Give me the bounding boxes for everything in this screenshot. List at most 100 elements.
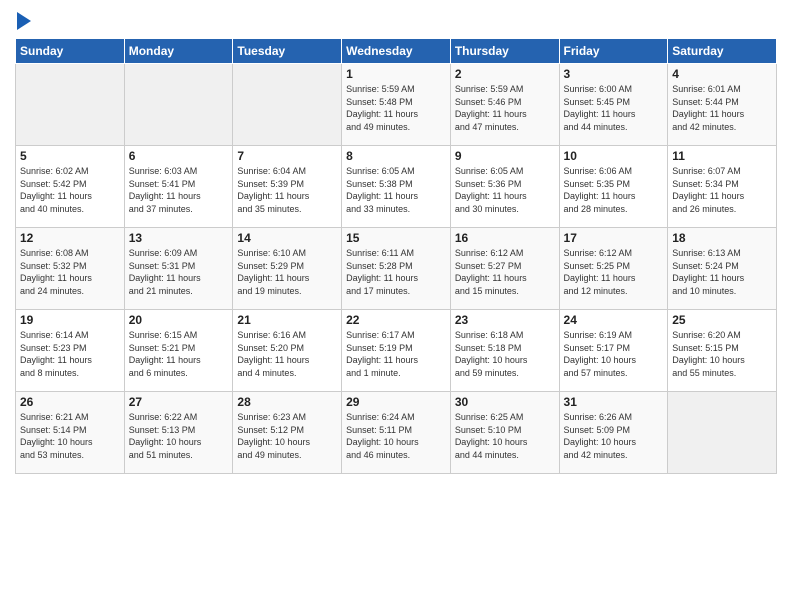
calendar-week-row: 1Sunrise: 5:59 AM Sunset: 5:48 PM Daylig… <box>16 64 777 146</box>
calendar-cell: 16 Sunrise: 6:12 AM Sunset: 5:27 PM Dayli… <box>450 228 559 310</box>
calendar-cell: 31Sunrise: 6:26 AM Sunset: 5:09 PM Dayli… <box>559 392 668 474</box>
calendar-cell: 25 Sunrise: 6:20 AM Sunset: 5:15 PM Dayli… <box>668 310 777 392</box>
day-number: 3 <box>564 67 664 81</box>
calendar-cell: 3 Sunrise: 6:00 AM Sunset: 5:45 PM Daylig… <box>559 64 668 146</box>
day-number: 27 <box>129 395 229 409</box>
calendar-cell: 30 Sunrise: 6:25 AM Sunset: 5:10 PM Dayli… <box>450 392 559 474</box>
day-info: Sunrise: 6:07 AM Sunset: 5:34 PM Dayligh… <box>672 165 772 215</box>
logo <box>15 14 31 30</box>
day-info: Sunrise: 6:23 AM Sunset: 5:12 PM Dayligh… <box>237 411 337 461</box>
day-number: 6 <box>129 149 229 163</box>
weekday-header-wednesday: Wednesday <box>342 39 451 64</box>
day-info: Sunrise: 6:26 AM Sunset: 5:09 PM Dayligh… <box>564 411 664 461</box>
day-info: Sunrise: 6:20 AM Sunset: 5:15 PM Dayligh… <box>672 329 772 379</box>
day-info: Sunrise: 6:13 AM Sunset: 5:24 PM Dayligh… <box>672 247 772 297</box>
calendar-table: SundayMondayTuesdayWednesdayThursdayFrid… <box>15 38 777 474</box>
calendar-header-row: SundayMondayTuesdayWednesdayThursdayFrid… <box>16 39 777 64</box>
day-number: 30 <box>455 395 555 409</box>
calendar-cell <box>124 64 233 146</box>
day-number: 17 <box>564 231 664 245</box>
day-info: Sunrise: 6:12 AM Sunset: 5:27 PM Dayligh… <box>455 247 555 297</box>
day-info: Sunrise: 6:22 AM Sunset: 5:13 PM Dayligh… <box>129 411 229 461</box>
day-number: 29 <box>346 395 446 409</box>
day-number: 18 <box>672 231 772 245</box>
day-info: Sunrise: 6:25 AM Sunset: 5:10 PM Dayligh… <box>455 411 555 461</box>
day-number: 19 <box>20 313 120 327</box>
page-container: SundayMondayTuesdayWednesdayThursdayFrid… <box>0 0 792 612</box>
day-info: Sunrise: 6:09 AM Sunset: 5:31 PM Dayligh… <box>129 247 229 297</box>
day-info: Sunrise: 6:14 AM Sunset: 5:23 PM Dayligh… <box>20 329 120 379</box>
calendar-cell: 2 Sunrise: 5:59 AM Sunset: 5:46 PM Daylig… <box>450 64 559 146</box>
calendar-cell: 14 Sunrise: 6:10 AM Sunset: 5:29 PM Dayli… <box>233 228 342 310</box>
day-number: 1 <box>346 67 446 81</box>
calendar-cell: 24 Sunrise: 6:19 AM Sunset: 5:17 PM Dayli… <box>559 310 668 392</box>
weekday-header-monday: Monday <box>124 39 233 64</box>
calendar-cell: 18 Sunrise: 6:13 AM Sunset: 5:24 PM Dayli… <box>668 228 777 310</box>
calendar-cell <box>16 64 125 146</box>
calendar-cell: 15 Sunrise: 6:11 AM Sunset: 5:28 PM Dayli… <box>342 228 451 310</box>
day-info: Sunrise: 6:10 AM Sunset: 5:29 PM Dayligh… <box>237 247 337 297</box>
weekday-header-friday: Friday <box>559 39 668 64</box>
calendar-cell: 20 Sunrise: 6:15 AM Sunset: 5:21 PM Dayli… <box>124 310 233 392</box>
calendar-cell: 1Sunrise: 5:59 AM Sunset: 5:48 PM Daylig… <box>342 64 451 146</box>
day-number: 24 <box>564 313 664 327</box>
calendar-cell: 29 Sunrise: 6:24 AM Sunset: 5:11 PM Dayli… <box>342 392 451 474</box>
weekday-header-thursday: Thursday <box>450 39 559 64</box>
day-info: Sunrise: 6:06 AM Sunset: 5:35 PM Dayligh… <box>564 165 664 215</box>
day-number: 10 <box>564 149 664 163</box>
day-info: Sunrise: 6:17 AM Sunset: 5:19 PM Dayligh… <box>346 329 446 379</box>
day-info: Sunrise: 6:12 AM Sunset: 5:25 PM Dayligh… <box>564 247 664 297</box>
day-number: 13 <box>129 231 229 245</box>
day-number: 25 <box>672 313 772 327</box>
day-info: Sunrise: 6:02 AM Sunset: 5:42 PM Dayligh… <box>20 165 120 215</box>
calendar-cell: 13 Sunrise: 6:09 AM Sunset: 5:31 PM Dayli… <box>124 228 233 310</box>
day-info: Sunrise: 6:03 AM Sunset: 5:41 PM Dayligh… <box>129 165 229 215</box>
day-info: Sunrise: 6:16 AM Sunset: 5:20 PM Dayligh… <box>237 329 337 379</box>
calendar-cell: 19 Sunrise: 6:14 AM Sunset: 5:23 PM Dayli… <box>16 310 125 392</box>
weekday-header-tuesday: Tuesday <box>233 39 342 64</box>
day-number: 21 <box>237 313 337 327</box>
day-info: Sunrise: 6:18 AM Sunset: 5:18 PM Dayligh… <box>455 329 555 379</box>
day-number: 5 <box>20 149 120 163</box>
calendar-cell: 26Sunrise: 6:21 AM Sunset: 5:14 PM Dayli… <box>16 392 125 474</box>
calendar-cell: 11 Sunrise: 6:07 AM Sunset: 5:34 PM Dayli… <box>668 146 777 228</box>
day-number: 23 <box>455 313 555 327</box>
day-info: Sunrise: 6:24 AM Sunset: 5:11 PM Dayligh… <box>346 411 446 461</box>
calendar-cell: 10 Sunrise: 6:06 AM Sunset: 5:35 PM Dayli… <box>559 146 668 228</box>
day-number: 14 <box>237 231 337 245</box>
calendar-cell: 7Sunrise: 6:04 AM Sunset: 5:39 PM Daylig… <box>233 146 342 228</box>
header <box>15 10 777 30</box>
calendar-cell: 23 Sunrise: 6:18 AM Sunset: 5:18 PM Dayli… <box>450 310 559 392</box>
calendar-cell <box>668 392 777 474</box>
weekday-header-sunday: Sunday <box>16 39 125 64</box>
calendar-cell: 5 Sunrise: 6:02 AM Sunset: 5:42 PM Daylig… <box>16 146 125 228</box>
day-info: Sunrise: 6:01 AM Sunset: 5:44 PM Dayligh… <box>672 83 772 133</box>
day-info: Sunrise: 6:00 AM Sunset: 5:45 PM Dayligh… <box>564 83 664 133</box>
day-number: 2 <box>455 67 555 81</box>
day-number: 4 <box>672 67 772 81</box>
day-number: 12 <box>20 231 120 245</box>
calendar-cell: 9Sunrise: 6:05 AM Sunset: 5:36 PM Daylig… <box>450 146 559 228</box>
day-number: 20 <box>129 313 229 327</box>
calendar-week-row: 26Sunrise: 6:21 AM Sunset: 5:14 PM Dayli… <box>16 392 777 474</box>
day-number: 11 <box>672 149 772 163</box>
calendar-cell: 28 Sunrise: 6:23 AM Sunset: 5:12 PM Dayli… <box>233 392 342 474</box>
calendar-cell: 8Sunrise: 6:05 AM Sunset: 5:38 PM Daylig… <box>342 146 451 228</box>
day-number: 22 <box>346 313 446 327</box>
day-info: Sunrise: 6:15 AM Sunset: 5:21 PM Dayligh… <box>129 329 229 379</box>
day-number: 8 <box>346 149 446 163</box>
calendar-cell: 12 Sunrise: 6:08 AM Sunset: 5:32 PM Dayli… <box>16 228 125 310</box>
day-number: 26 <box>20 395 120 409</box>
day-info: Sunrise: 6:19 AM Sunset: 5:17 PM Dayligh… <box>564 329 664 379</box>
day-info: Sunrise: 6:08 AM Sunset: 5:32 PM Dayligh… <box>20 247 120 297</box>
calendar-week-row: 5 Sunrise: 6:02 AM Sunset: 5:42 PM Daylig… <box>16 146 777 228</box>
calendar-cell: 4 Sunrise: 6:01 AM Sunset: 5:44 PM Daylig… <box>668 64 777 146</box>
day-info: Sunrise: 6:04 AM Sunset: 5:39 PM Dayligh… <box>237 165 337 215</box>
calendar-cell: 17 Sunrise: 6:12 AM Sunset: 5:25 PM Dayli… <box>559 228 668 310</box>
day-info: Sunrise: 6:11 AM Sunset: 5:28 PM Dayligh… <box>346 247 446 297</box>
day-number: 15 <box>346 231 446 245</box>
day-info: Sunrise: 5:59 AM Sunset: 5:46 PM Dayligh… <box>455 83 555 133</box>
day-number: 16 <box>455 231 555 245</box>
day-number: 28 <box>237 395 337 409</box>
calendar-week-row: 12 Sunrise: 6:08 AM Sunset: 5:32 PM Dayli… <box>16 228 777 310</box>
